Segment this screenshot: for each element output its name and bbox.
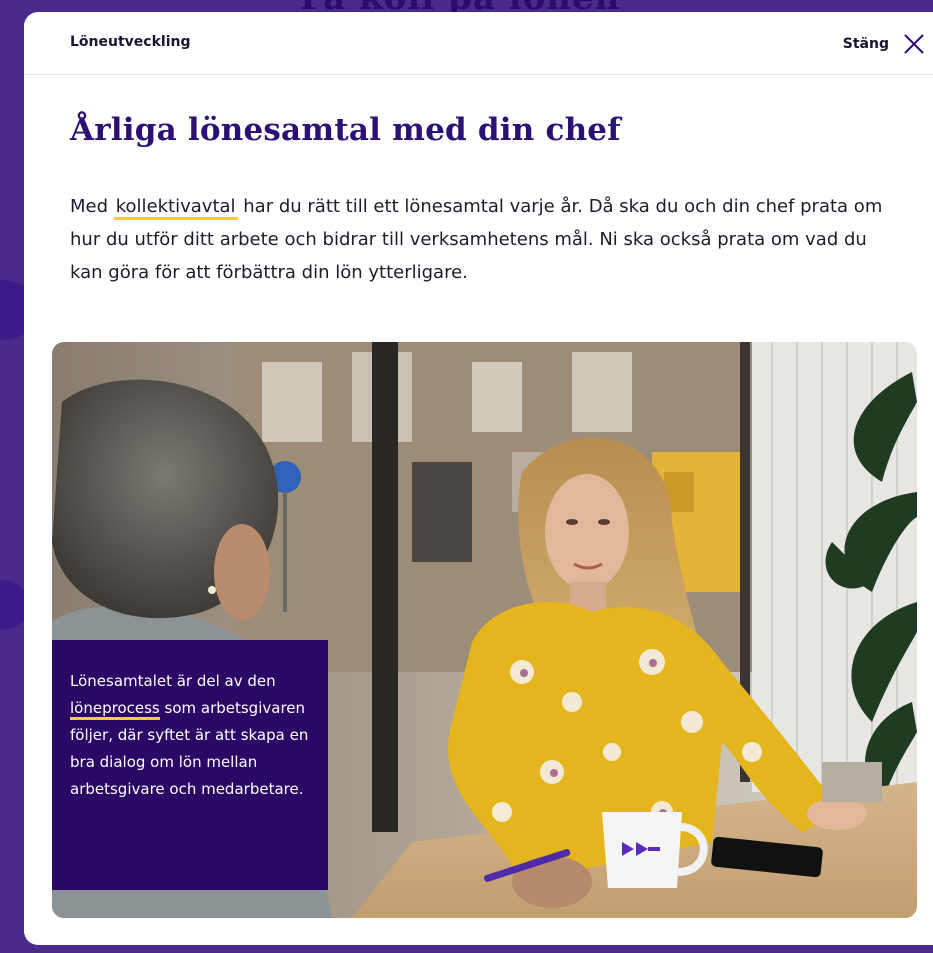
intro-paragraph: Med kollektivavtal har du rätt till ett … [70, 190, 890, 289]
close-icon[interactable] [901, 31, 927, 57]
loneprocess-link[interactable]: löneprocess [70, 699, 160, 720]
page-title: Årliga lönesamtal med din chef [70, 112, 621, 148]
breadcrumb: Löneutveckling [70, 34, 191, 50]
intro-text-start: Med [70, 196, 114, 217]
close-button[interactable]: Stäng [843, 28, 927, 60]
caption-text-start: Lönesamtalet är del av den [70, 672, 276, 690]
modal-header: Löneutveckling Stäng [24, 12, 933, 75]
caption-box: Lönesamtalet är del av den löneprocess s… [52, 640, 328, 890]
kollektivavtal-link[interactable]: kollektivavtal [113, 196, 238, 220]
modal-dialog: Löneutveckling Stäng Årliga lönesamtal m… [24, 12, 933, 945]
close-button-label[interactable]: Stäng [843, 36, 889, 52]
